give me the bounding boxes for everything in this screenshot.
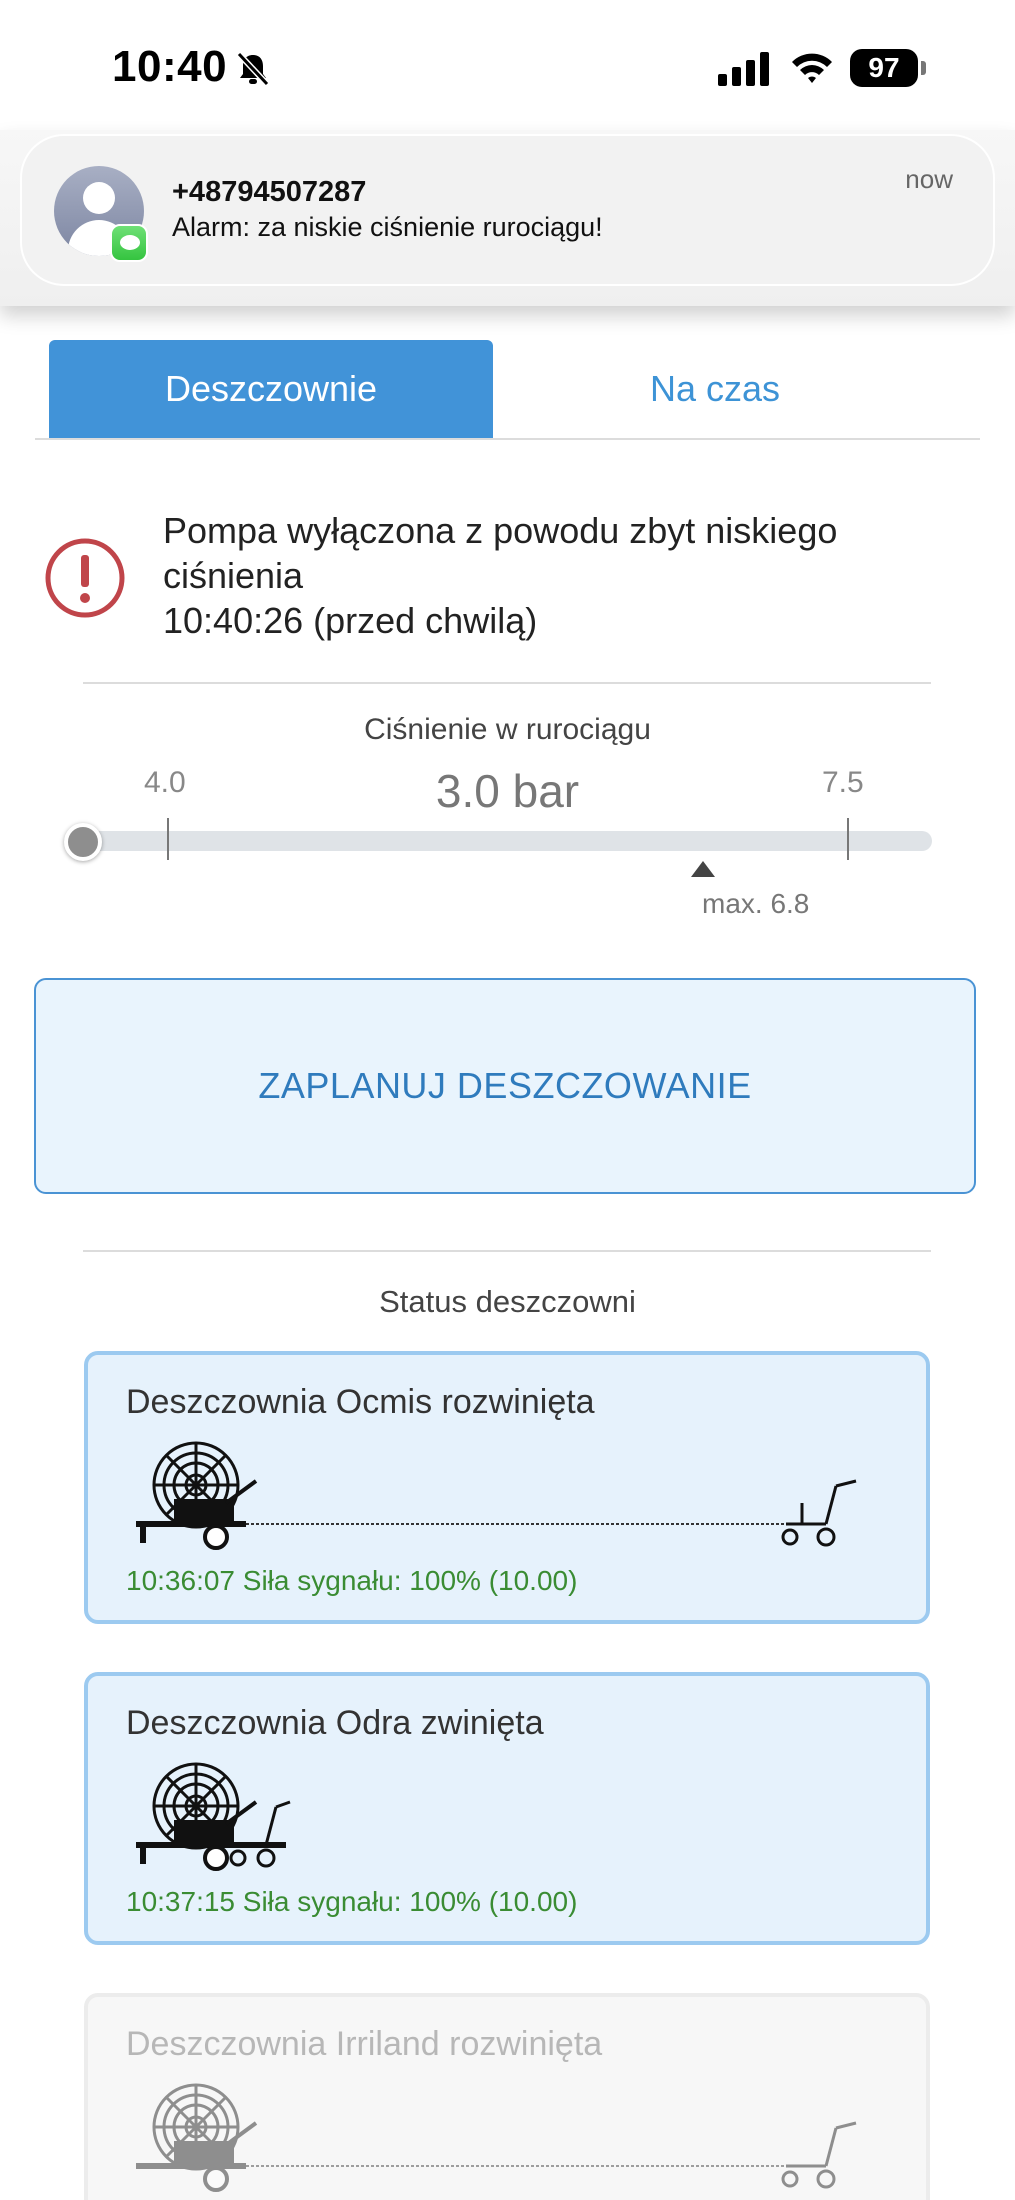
pressure-limit-marker [691, 861, 715, 877]
sprinkler-card-irriland[interactable]: Deszczownia Irriland rozwinięta [84, 1993, 930, 2200]
divider [83, 1250, 931, 1252]
reel-retracted-icon [136, 1762, 291, 1871]
sprinkler-title: Deszczownia Odra zwinięta [126, 1704, 544, 1742]
divider [83, 682, 931, 684]
pressure-max-tick [847, 818, 849, 860]
notification-time: now [905, 164, 953, 194]
sprinkler-title: Deszczownia Ocmis rozwinięta [126, 1383, 595, 1421]
alert-message: Pompa wyłączona z powodu zbyt niskiego c… [163, 508, 943, 643]
sprinkler-title: Deszczownia Irriland rozwinięta [126, 2025, 603, 2063]
tab-bar: Deszczownie Na czas [35, 340, 980, 440]
bell-muted-icon [236, 51, 270, 87]
battery-level: 97 [850, 49, 918, 87]
pressure-track [64, 831, 932, 851]
alert-icon [45, 538, 125, 618]
plan-irrigation-button[interactable]: ZAPLANUJ DESZCZOWANIE [34, 978, 976, 1194]
battery-icon: 97 [850, 49, 926, 87]
pressure-min-tick [167, 818, 169, 860]
tab-na-czas[interactable]: Na czas [493, 340, 937, 438]
tab-deszczownie[interactable]: Deszczownie [49, 340, 493, 438]
pressure-max-label: 7.5 [822, 766, 864, 799]
status-bar: 10:40 97 [0, 0, 1015, 130]
notification-message: Alarm: za niskie ciśnienie rurociągu! [172, 212, 603, 242]
pressure-label: Ciśnienie w rurociągu [364, 713, 651, 746]
alert-timestamp: 10:40:26 (przed chwilą) [163, 600, 538, 641]
status-time: 10:40 [112, 42, 228, 91]
pressure-indicator [64, 823, 102, 861]
pressure-limit-label: max. 6.8 [702, 888, 810, 919]
wifi-icon [792, 53, 832, 83]
sprinkler-card-ocmis[interactable]: Deszczownia Ocmis rozwinięta 10:36:07 Si… [84, 1351, 930, 1624]
reel-extended-icon [136, 1441, 857, 1550]
status-section-title: Status deszczowni [379, 1284, 636, 1319]
messages-app-icon [110, 224, 148, 262]
sprinkler-status: 10:36:07 Siła sygnału: 100% (10.00) [126, 1565, 578, 1596]
notification-sender: +48794507287 [172, 176, 367, 208]
alert-line-2: ciśnienia [163, 555, 304, 596]
sprinkler-card-odra[interactable]: Deszczownia Odra zwinięta 10:37:15 Siła … [84, 1672, 930, 1945]
alert-line-1: Pompa wyłączona z powodu zbyt niskiego [163, 510, 838, 551]
cellular-signal-icon [718, 52, 769, 86]
notification-banner[interactable]: +48794507287 Alarm: za niskie ciśnienie … [20, 134, 995, 286]
sprinkler-status: 10:37:15 Siła sygnału: 100% (10.00) [126, 1886, 578, 1917]
reel-extended-icon [136, 2083, 857, 2192]
